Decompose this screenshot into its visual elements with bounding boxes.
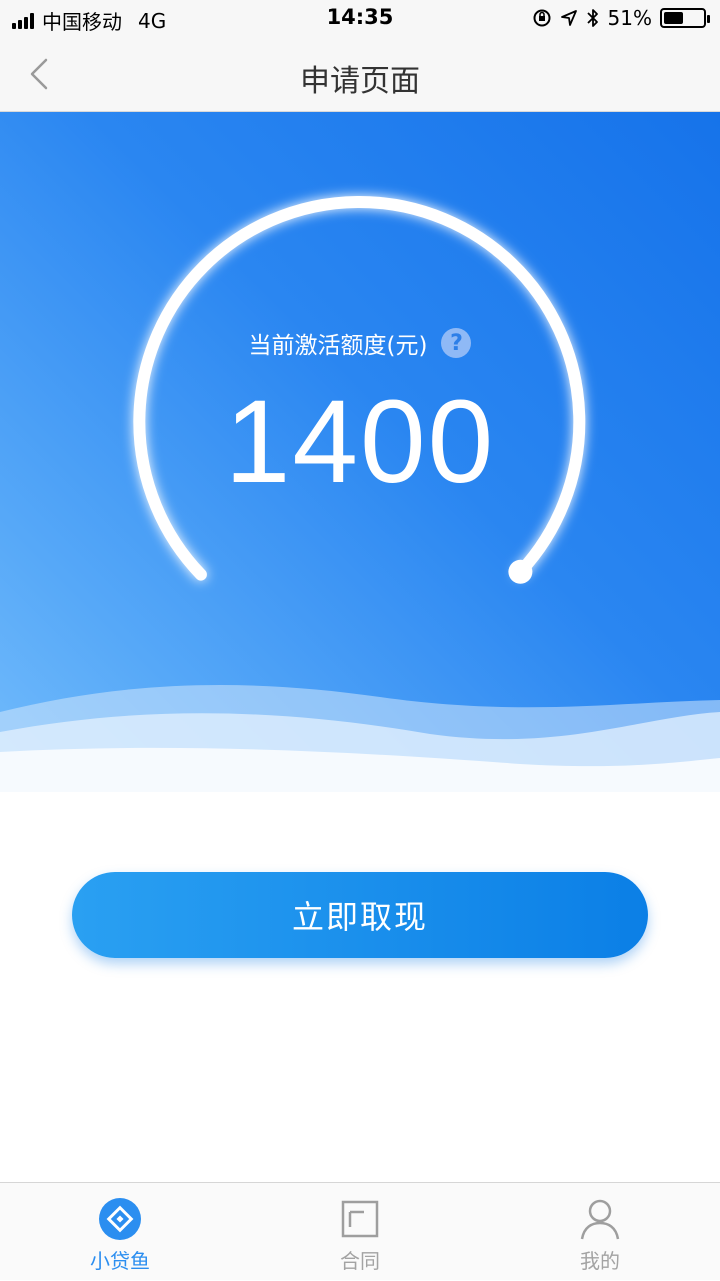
- page-title: 申请页面: [300, 64, 420, 99]
- tab-label: 小贷鱼: [90, 1249, 150, 1273]
- wave-decoration: [0, 685, 720, 792]
- gauge-label-row: 当前激活额度(元) ?: [0, 326, 720, 360]
- location-icon: [560, 10, 577, 26]
- tab-profile[interactable]: 我的: [480, 1183, 720, 1281]
- tab-label: 合同: [340, 1249, 380, 1273]
- withdraw-button[interactable]: 立即取现: [72, 872, 648, 958]
- tab-contract[interactable]: 合同: [240, 1183, 480, 1281]
- contract-icon: [338, 1197, 382, 1241]
- tab-home[interactable]: 小贷鱼: [0, 1183, 240, 1281]
- diamond-icon: [98, 1197, 142, 1241]
- credit-hero: 当前激活额度(元) ? 1400: [0, 112, 720, 792]
- battery-fill: [664, 12, 683, 24]
- gauge-knob: [508, 559, 533, 584]
- user-icon: [578, 1197, 622, 1241]
- orientation-lock-icon: [533, 9, 551, 27]
- nav-bar: 申请页面: [0, 36, 720, 112]
- tab-label: 我的: [580, 1249, 620, 1273]
- status-bar: 中国移动 4G 14:35 51%: [0, 0, 720, 36]
- credit-amount: 1400: [224, 376, 496, 508]
- help-icon[interactable]: ?: [441, 328, 472, 358]
- battery-percent: 51%: [607, 6, 652, 30]
- battery-icon: [660, 8, 710, 28]
- tab-bar: 小贷鱼 合同 我的: [0, 1182, 720, 1280]
- credit-label: 当前激活额度(元): [248, 333, 428, 359]
- status-right: 51%: [532, 6, 710, 30]
- bluetooth-icon: [586, 9, 598, 27]
